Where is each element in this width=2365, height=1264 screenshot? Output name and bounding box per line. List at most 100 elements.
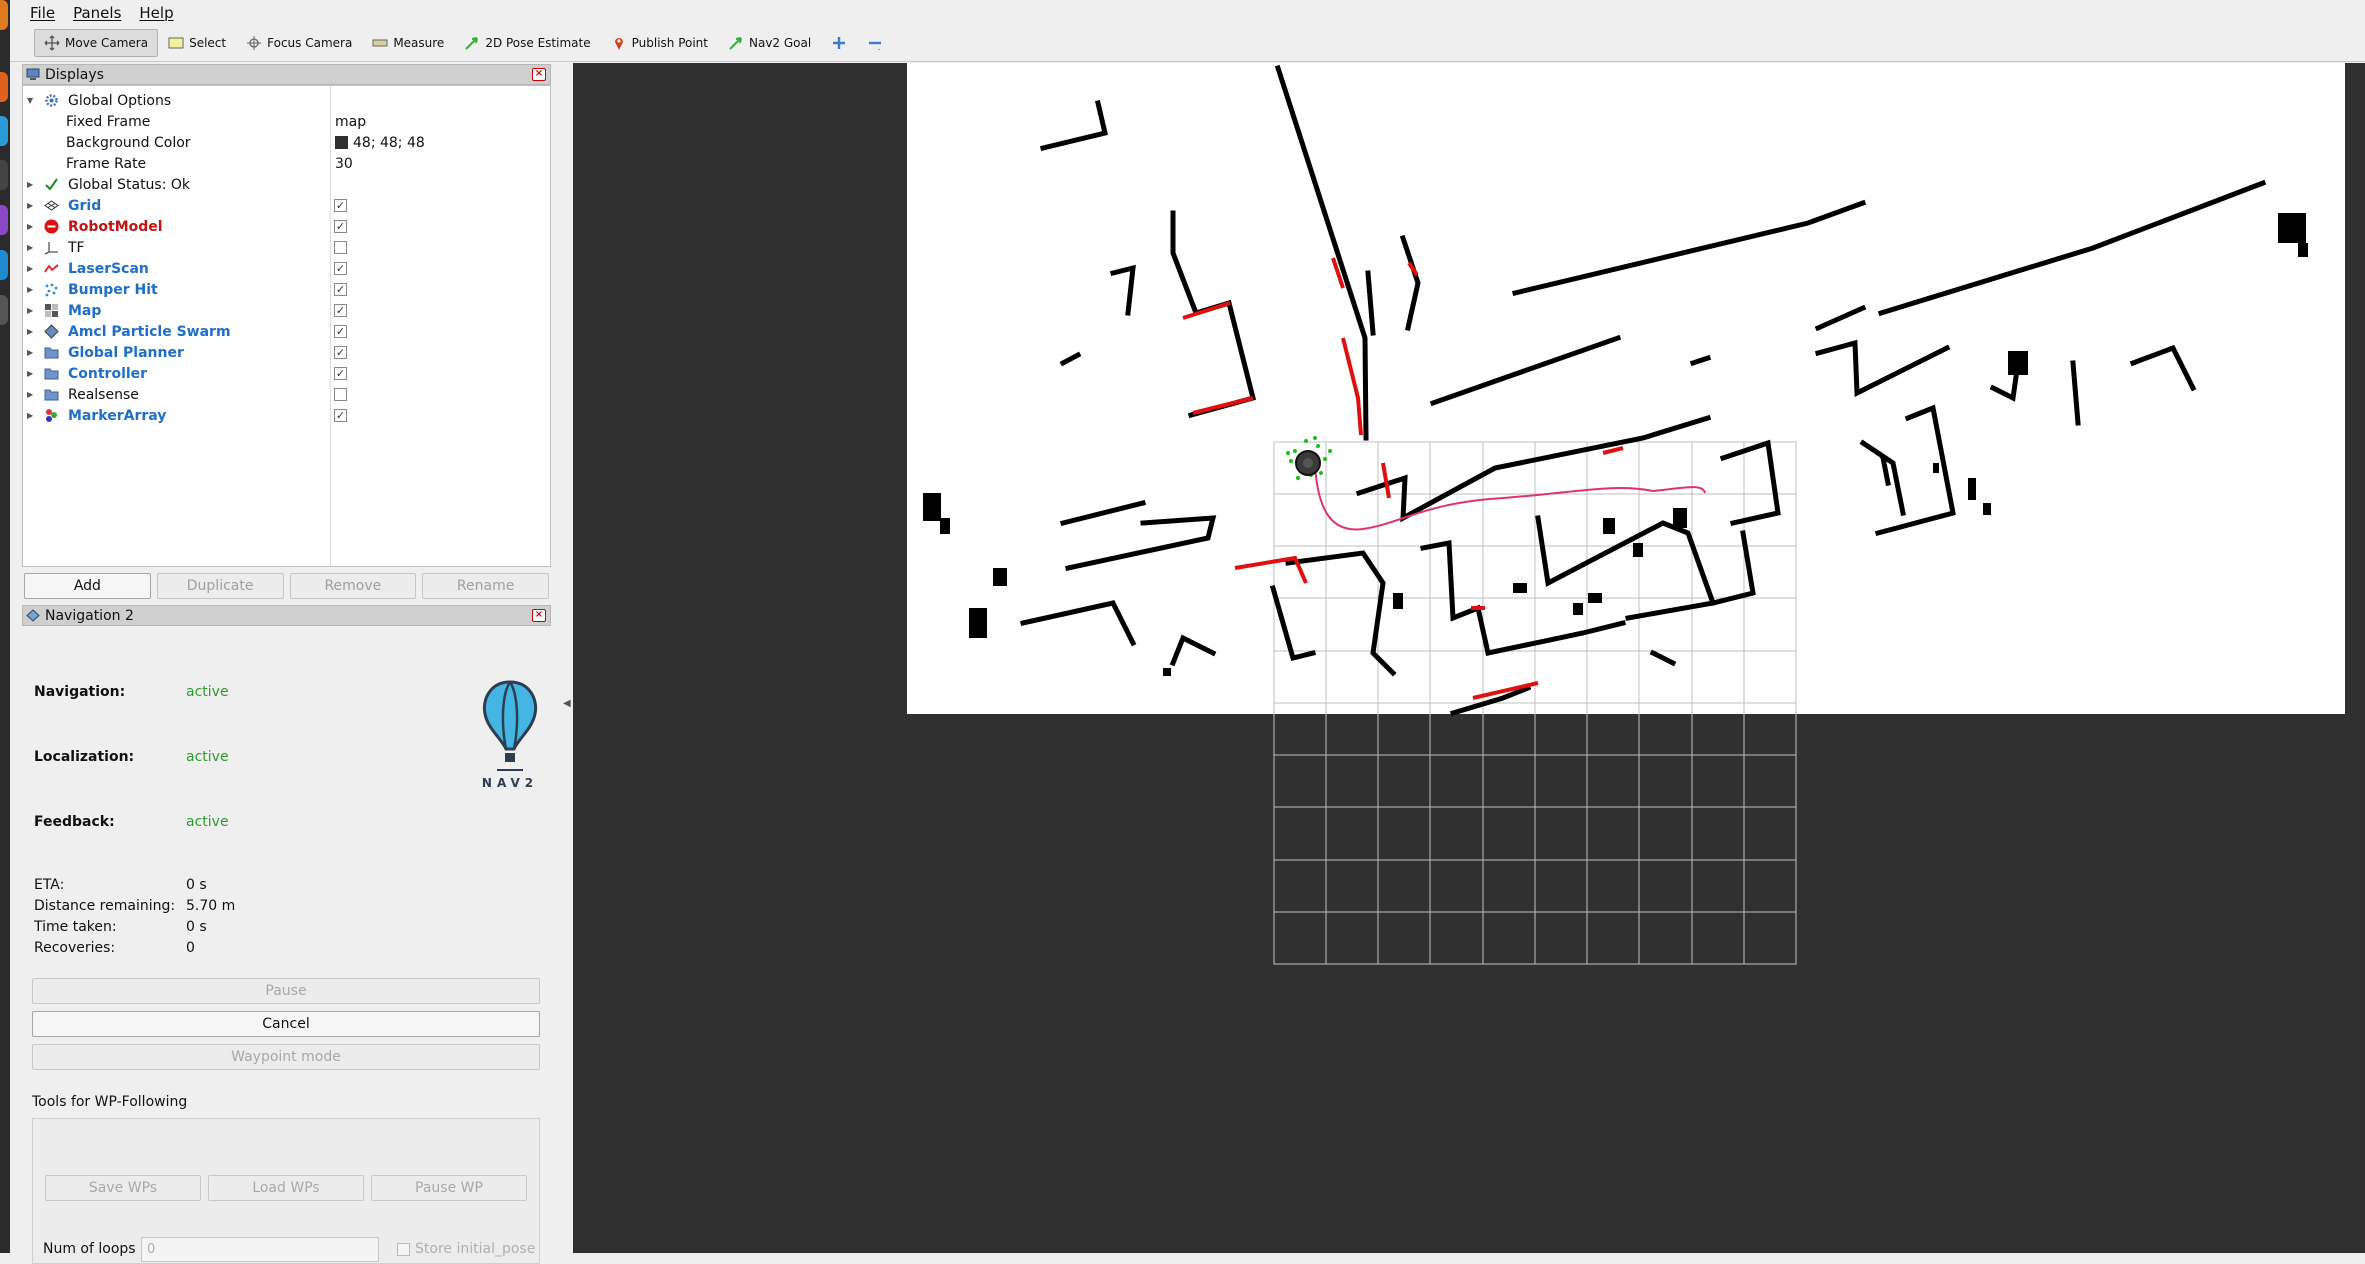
collapse-arrow-icon[interactable]: ▶ [27,348,37,357]
folder-icon [44,389,59,401]
remove-button[interactable]: Remove [289,573,417,599]
cancel-button[interactable]: Cancel [32,1011,540,1037]
background-color-label: Background Color [66,134,191,151]
pause-button[interactable]: Pause [32,978,540,1004]
realsense-checkbox[interactable] [334,388,347,401]
fixed-frame-value[interactable]: map [335,114,366,130]
rename-button[interactable]: Rename [422,573,549,599]
tree-row-realsense[interactable]: ▶ Realsense [23,384,550,405]
add-tool-button[interactable] [821,29,857,57]
collapse-arrow-icon[interactable]: ▶ [27,285,37,294]
controller-checkbox[interactable]: ✓ [334,367,347,380]
laserscan-checkbox[interactable]: ✓ [334,262,347,275]
eta-label: ETA: [34,877,65,893]
move-camera-tool[interactable]: Move Camera [34,29,159,57]
collapse-arrow-icon[interactable]: ▶ [27,306,37,315]
robotmodel-checkbox[interactable]: ✓ [334,220,347,233]
hot-air-balloon-icon [482,680,538,771]
collapse-arrow-icon[interactable]: ▶ [27,369,37,378]
tree-row-fixed-frame[interactable]: Fixed Frame map [23,111,550,132]
color-swatch[interactable] [335,136,348,149]
tf-checkbox[interactable] [334,241,347,254]
store-initial-pose-checkbox[interactable] [397,1243,410,1256]
amcl-checkbox[interactable]: ✓ [334,325,347,338]
grid-checkbox[interactable]: ✓ [334,199,347,212]
publish-point-tool[interactable]: Publish Point [601,29,718,57]
focus-camera-tool[interactable]: Focus Camera [236,29,362,57]
measure-tool[interactable]: Measure [362,29,454,57]
tree-row-background-color[interactable]: Background Color 48; 48; 48 [23,132,550,153]
tree-row-global-options[interactable]: ▼ Global Options [23,90,550,111]
feedback-status-label: Feedback: [34,814,115,830]
menu-file[interactable]: File [30,4,55,22]
amcl-particle-swarm-label: Amcl Particle Swarm [68,323,231,340]
collapse-arrow-icon[interactable]: ▶ [27,222,37,231]
tree-row-map[interactable]: ▶ Map ✓ [23,300,550,321]
global-planner-checkbox[interactable]: ✓ [334,346,347,359]
nav2-goal-tool[interactable]: Nav2 Goal [718,29,821,57]
tree-row-markerarray[interactable]: ▶ MarkerArray ✓ [23,405,550,426]
save-wps-button[interactable]: Save WPs [45,1175,201,1201]
markerarray-label: MarkerArray [68,407,167,424]
dock-app-icon[interactable] [0,160,8,190]
tree-row-laserscan[interactable]: ▶ LaserScan ✓ [23,258,550,279]
dock-splitter[interactable]: ◀ [552,63,573,1253]
load-wps-button[interactable]: Load WPs [208,1175,364,1201]
dock-app-icon[interactable] [0,72,8,102]
frame-rate-value[interactable]: 30 [335,156,353,172]
remove-tool-button[interactable] [857,29,893,57]
tree-row-frame-rate[interactable]: Frame Rate 30 [23,153,550,174]
toolbar: Move Camera Select Focus Camera Measure … [10,25,2365,62]
collapse-handle-icon[interactable]: ◀ [563,698,571,709]
collapse-arrow-icon[interactable]: ▶ [27,180,37,189]
tree-row-tf[interactable]: ▶ TF [23,237,550,258]
plus-icon [833,37,846,49]
wp-tools-label: Tools for WP-Following [32,1094,188,1110]
dock-app-icon[interactable] [0,0,8,30]
collapse-arrow-icon[interactable]: ▶ [27,390,37,399]
tree-row-grid[interactable]: ▶ Grid ✓ [23,195,550,216]
publish-point-label: Publish Point [631,36,708,50]
render-viewport[interactable] [573,63,2365,1253]
num-loops-input[interactable]: 0 [141,1237,379,1262]
tree-row-bumper-hit[interactable]: ▶ Bumper Hit ✓ [23,279,550,300]
pose-estimate-tool[interactable]: 2D Pose Estimate [454,29,600,57]
navigation-status-value: active [186,684,229,700]
bumper-hit-checkbox[interactable]: ✓ [334,283,347,296]
tree-row-robotmodel[interactable]: ▶ RobotModel ✓ [23,216,550,237]
markerarray-checkbox[interactable]: ✓ [334,409,347,422]
tree-row-global-status[interactable]: ▶ Global Status: Ok [23,174,550,195]
move-camera-label: Move Camera [65,36,149,50]
tree-row-amcl-particle-swarm[interactable]: ▶ Amcl Particle Swarm ✓ [23,321,550,342]
dock-app-icon[interactable] [0,205,8,235]
map-render[interactable] [573,63,2365,1253]
menu-help[interactable]: Help [139,4,173,22]
tree-row-controller[interactable]: ▶ Controller ✓ [23,363,550,384]
tree-row-global-planner[interactable]: ▶ Global Planner ✓ [23,342,550,363]
pause-wp-button[interactable]: Pause WP [371,1175,527,1201]
background-color-value[interactable]: 48; 48; 48 [335,135,425,151]
add-button[interactable]: Add [24,573,151,599]
dock-app-icon[interactable] [0,250,8,280]
waypoint-mode-button[interactable]: Waypoint mode [32,1044,540,1070]
measure-label: Measure [393,36,445,50]
collapse-arrow-icon[interactable]: ▶ [27,201,37,210]
expand-arrow-icon[interactable]: ▼ [27,96,37,105]
map-checkbox[interactable]: ✓ [334,304,347,317]
nav2-logo-text: NAV2 [481,776,539,790]
background-color-text: 48; 48; 48 [353,134,425,151]
close-icon[interactable]: × [532,609,546,622]
distance-remaining-value: 5.70 m [186,898,236,914]
dock-app-icon[interactable] [0,295,8,325]
dock-app-icon[interactable] [0,116,8,146]
close-icon[interactable]: × [532,68,546,81]
duplicate-button[interactable]: Duplicate [156,573,284,599]
collapse-arrow-icon[interactable]: ▶ [27,264,37,273]
collapse-arrow-icon[interactable]: ▶ [27,243,37,252]
collapse-arrow-icon[interactable]: ▶ [27,327,37,336]
ruler-icon [372,39,388,47]
collapse-arrow-icon[interactable]: ▶ [27,411,37,420]
pose-estimate-label: 2D Pose Estimate [485,36,591,50]
menu-panels[interactable]: Panels [73,4,121,22]
select-tool[interactable]: Select [158,29,236,57]
